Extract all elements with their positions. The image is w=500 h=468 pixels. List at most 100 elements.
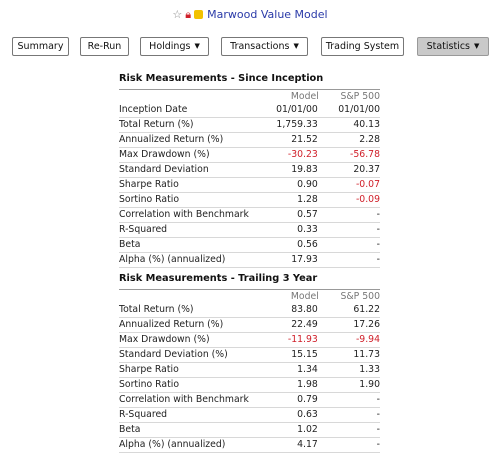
model-value: 1.02 bbox=[261, 422, 319, 438]
table-row: Max Drawdown (%) -11.93 -9.94 bbox=[119, 332, 380, 348]
table-row: Sharpe Ratio 1.34 1.33 bbox=[119, 362, 380, 378]
model-value: 17.93 bbox=[261, 252, 319, 268]
sp500-value: -0.09 bbox=[318, 192, 380, 208]
model-value: 0.79 bbox=[261, 392, 319, 408]
holdings-dropdown[interactable]: Holdings ▼ bbox=[140, 37, 209, 56]
table-row: Beta 1.02- bbox=[119, 422, 380, 438]
chevron-down-icon: ▼ bbox=[474, 42, 480, 50]
model-value: 15.15 bbox=[261, 347, 319, 363]
table-row: Beta 0.56- bbox=[119, 237, 380, 253]
sp500-value: 40.13 bbox=[318, 117, 380, 133]
sp500-value: -9.94 bbox=[318, 332, 380, 348]
rerun-label: Re-Run bbox=[87, 41, 122, 52]
table-row: Annualized Return (%) 22.49 17.26 bbox=[119, 317, 380, 333]
table-header-row: Model S&P 500 bbox=[119, 90, 380, 103]
window-title-bar: ☆ 🔒︎ Marwood Value Model bbox=[0, 0, 500, 28]
metric-label: Inception Date bbox=[119, 103, 262, 118]
metric-label: Correlation with Benchmark bbox=[119, 207, 262, 223]
metric-label: Alpha (%) (annualized) bbox=[119, 437, 262, 453]
page-title: Marwood Value Model bbox=[207, 7, 328, 21]
sp500-value: 11.73 bbox=[318, 347, 380, 363]
trading-system-label: Trading System bbox=[325, 41, 400, 52]
trading-system-button[interactable]: Trading System bbox=[321, 37, 404, 56]
sp500-value: - bbox=[318, 392, 380, 408]
sp500-value: -56.78 bbox=[318, 147, 380, 163]
sp500-value: - bbox=[318, 252, 380, 268]
sp500-value: 1.33 bbox=[318, 362, 380, 378]
metric-label: Total Return (%) bbox=[119, 117, 262, 133]
metric-label: Max Drawdown (%) bbox=[119, 147, 262, 163]
table-row: Max Drawdown (%) -30.23 -56.78 bbox=[119, 147, 380, 163]
sp500-value: 01/01/00 bbox=[318, 103, 380, 118]
table-row: Correlation with Benchmark 0.57- bbox=[119, 207, 380, 223]
model-value: 19.83 bbox=[261, 162, 319, 178]
sp500-value: - bbox=[318, 422, 380, 438]
metric-label: R-Squared bbox=[119, 407, 262, 423]
table-row: Standard Deviation 19.83 20.37 bbox=[119, 162, 380, 178]
trailing-3-year-table: Model S&P 500 Total Return (%) 83.80 61.22… bbox=[119, 290, 380, 453]
metric-label: Sortino Ratio bbox=[119, 192, 262, 208]
model-value: 83.80 bbox=[261, 303, 319, 318]
model-value: 1,759.33 bbox=[261, 117, 319, 133]
transactions-label: Transactions bbox=[230, 41, 290, 52]
table-row: Alpha (%) (annualized) 4.17- bbox=[119, 437, 380, 453]
metric-label: Correlation with Benchmark bbox=[119, 392, 262, 408]
metric-label: Sortino Ratio bbox=[119, 377, 262, 393]
table-row: Annualized Return (%) 21.52 2.28 bbox=[119, 132, 380, 148]
metric-label: Max Drawdown (%) bbox=[119, 332, 262, 348]
metric-label: Sharpe Ratio bbox=[119, 177, 262, 193]
sp500-value: - bbox=[318, 222, 380, 238]
transactions-dropdown[interactable]: Transactions ▼ bbox=[221, 37, 308, 56]
table-row: Total Return (%) 1,759.33 40.13 bbox=[119, 117, 380, 133]
metric-label: Alpha (%) (annualized) bbox=[119, 252, 262, 268]
model-value: 0.63 bbox=[261, 407, 319, 423]
site-badge-icon bbox=[194, 9, 204, 19]
sp500-value: -0.07 bbox=[318, 177, 380, 193]
metric-label: Beta bbox=[119, 237, 262, 253]
rerun-button[interactable]: Re-Run bbox=[80, 37, 129, 56]
model-value: -11.93 bbox=[261, 332, 319, 348]
section-title: Risk Measurements - Trailing 3 Year bbox=[119, 273, 318, 284]
model-value: 01/01/00 bbox=[261, 103, 319, 118]
toolbar: Summary Re-Run Holdings ▼ Transactions ▼ T… bbox=[0, 37, 500, 59]
model-value: 22.49 bbox=[261, 317, 319, 333]
model-value: 4.17 bbox=[261, 437, 319, 453]
metric-label: Standard Deviation bbox=[119, 162, 262, 178]
holdings-label: Holdings bbox=[149, 41, 191, 52]
table-row: Inception Date 01/01/00 01/01/00 bbox=[119, 103, 380, 118]
column-header-sp500: S&P 500 bbox=[340, 291, 380, 302]
metric-label: R-Squared bbox=[119, 222, 262, 238]
sp500-value: 2.28 bbox=[318, 132, 380, 148]
star-icon[interactable]: ☆ bbox=[172, 9, 182, 20]
model-value: 0.33 bbox=[261, 222, 319, 238]
sp500-value: 1.90 bbox=[318, 377, 380, 393]
metric-label: Annualized Return (%) bbox=[119, 132, 262, 148]
sp500-value: 61.22 bbox=[318, 303, 380, 318]
table-row: Alpha (%) (annualized) 17.93- bbox=[119, 252, 380, 268]
summary-button[interactable]: Summary bbox=[12, 37, 69, 56]
model-value: 1.34 bbox=[261, 362, 319, 378]
trailing-3-year-section: Risk Measurements - Trailing 3 Year Mode… bbox=[119, 272, 380, 453]
table-row: R-Squared 0.63- bbox=[119, 407, 380, 423]
table-row: Sharpe Ratio 0.90 -0.07 bbox=[119, 177, 380, 193]
table-row: Total Return (%) 83.80 61.22 bbox=[119, 303, 380, 318]
chevron-down-icon: ▼ bbox=[293, 42, 299, 50]
table-row: Standard Deviation (%) 15.15 11.73 bbox=[119, 347, 380, 363]
sp500-value: - bbox=[318, 237, 380, 253]
statistics-label: Statistics bbox=[426, 41, 471, 52]
model-value: 0.56 bbox=[261, 237, 319, 253]
since-inception-section: Risk Measurements - Since Inception Mode… bbox=[119, 72, 380, 268]
chevron-down-icon: ▼ bbox=[194, 42, 200, 50]
model-value: 21.52 bbox=[261, 132, 319, 148]
table-header-row: Model S&P 500 bbox=[119, 290, 380, 303]
sp500-value: - bbox=[318, 437, 380, 453]
column-header-model: Model bbox=[290, 91, 319, 102]
column-header-sp500: S&P 500 bbox=[340, 91, 380, 102]
statistics-dropdown[interactable]: Statistics ▼ bbox=[417, 37, 489, 56]
column-header-model: Model bbox=[290, 291, 319, 302]
sp500-value: - bbox=[318, 207, 380, 223]
sp500-value: 20.37 bbox=[318, 162, 380, 178]
model-value: 1.28 bbox=[261, 192, 319, 208]
table-row: R-Squared 0.33- bbox=[119, 222, 380, 238]
table-row: Sortino Ratio 1.28 -0.09 bbox=[119, 192, 380, 208]
